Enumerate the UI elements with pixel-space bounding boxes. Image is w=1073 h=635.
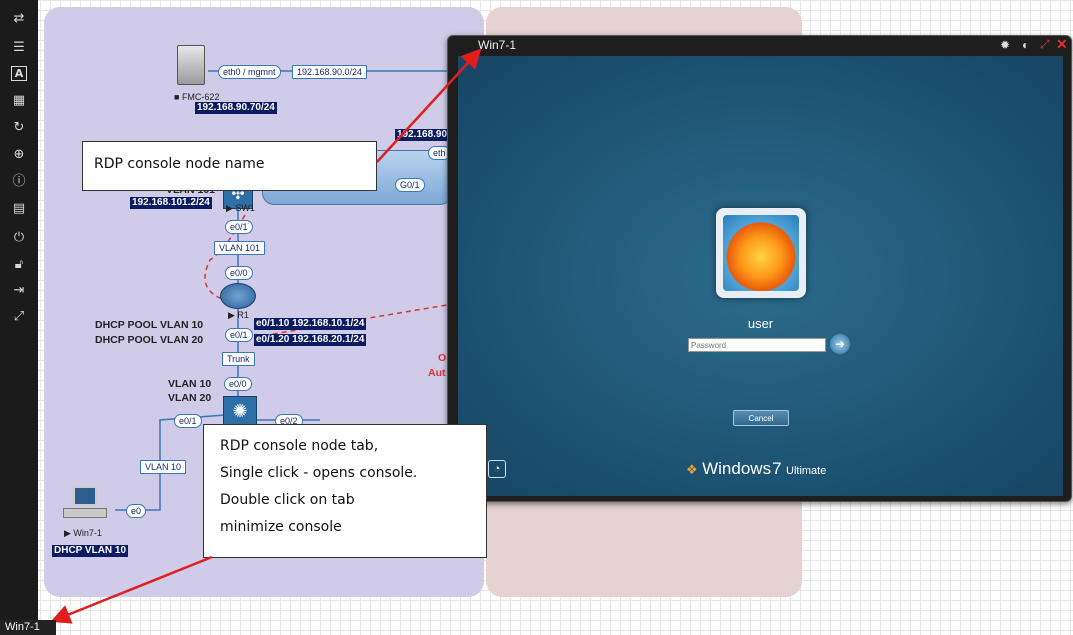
fmc-server-icon[interactable] bbox=[177, 45, 205, 85]
sw1-node-name[interactable]: ▶ SW1 bbox=[226, 203, 255, 214]
dhcp-pool-vlan20-text: DHCP POOL VLAN 20 bbox=[95, 334, 204, 346]
fmc-ip-label: 192.168.90.70/24 bbox=[195, 102, 277, 114]
r1-sub1-label: e0/1.10 192.168.10.1/24 bbox=[254, 318, 367, 330]
r1-e00-label: e0/0 bbox=[225, 266, 253, 280]
ease-of-access-icon[interactable]: ◔ bbox=[488, 460, 506, 478]
win7-pc-icon[interactable] bbox=[63, 486, 107, 522]
r1-e01-label: e0/1 bbox=[225, 328, 253, 342]
sw1-e01-label: e0/1 bbox=[225, 220, 253, 234]
sw2-e01-label: e0/1 bbox=[174, 414, 202, 428]
user-name: user bbox=[747, 316, 774, 331]
sw2-switch-icon[interactable]: ✺ bbox=[223, 396, 257, 426]
windows-branding: ❖ Windows7 Ultimate bbox=[686, 459, 827, 478]
callout-node-name: RDP console node name bbox=[82, 141, 377, 191]
router-g01-label: G0/1 bbox=[395, 178, 425, 192]
console-title[interactable]: Win7-1 bbox=[478, 38, 516, 52]
callout-node-name-text: RDP console node name bbox=[94, 156, 265, 172]
resize-icon[interactable]: ⤢ bbox=[1040, 37, 1050, 52]
console-node-tab[interactable]: Win7-1 bbox=[0, 620, 56, 635]
submit-arrow-icon[interactable]: ➜ bbox=[830, 334, 850, 354]
sw1-vlan101-label: VLAN 101 bbox=[214, 241, 266, 255]
r1-node-name[interactable]: ▶ R1 bbox=[228, 310, 249, 321]
trunk-label: Trunk bbox=[222, 352, 255, 366]
fmc-net-label: 192.168.90.0/24 bbox=[292, 65, 368, 79]
close-icon[interactable]: ✕ bbox=[1056, 36, 1068, 53]
rdp-console-window[interactable]: Win7-1 ✹ ◐ ⤢ ✕ user ➜ Cancel ◔ ❖ Windows… bbox=[447, 35, 1072, 502]
sw2-e00-label: e0/0 bbox=[224, 377, 252, 391]
r1-sub2-label: e0/1.20 192.168.20.1/24 bbox=[254, 334, 367, 346]
callout-node-tab: RDP console node tab, Single click - ope… bbox=[203, 424, 487, 558]
password-field[interactable] bbox=[688, 338, 826, 352]
sw2-vlan10-text: VLAN 10 bbox=[168, 378, 212, 390]
win7-vlan10-label: VLAN 10 bbox=[140, 460, 187, 474]
win7-dhcp-label: DHCP VLAN 10 bbox=[52, 545, 129, 557]
dhcp-pool-vlan10-text: DHCP POOL VLAN 10 bbox=[95, 319, 204, 331]
callout-tab-line1: RDP console node tab, bbox=[220, 438, 379, 454]
callout-tab-line2: Single click - opens console. bbox=[220, 465, 418, 481]
fmc-node-name[interactable]: ■ FMC-622 bbox=[174, 92, 219, 102]
partial-text-aut: Aut bbox=[428, 367, 446, 379]
settings-icon[interactable]: ✹ bbox=[1000, 38, 1010, 52]
audio-icon[interactable]: ◐ bbox=[1022, 38, 1029, 52]
console-screen[interactable]: user ➜ Cancel ◔ ❖ Windows7 Ultimate bbox=[458, 56, 1063, 496]
callout-tab-line4: minimize console bbox=[220, 519, 342, 535]
user-avatar bbox=[716, 208, 806, 298]
router-top-ip-label: 192.168.90 bbox=[395, 129, 450, 141]
win7-e0-label: e0 bbox=[126, 504, 147, 518]
win7-node-name[interactable]: ▶ Win7-1 bbox=[64, 528, 102, 539]
callout-tab-line3: Double click on tab bbox=[220, 492, 355, 508]
partial-text-o: O bbox=[438, 352, 447, 364]
cancel-button[interactable]: Cancel bbox=[733, 410, 789, 426]
sw2-vlan20-text: VLAN 20 bbox=[168, 392, 212, 404]
r1-router-icon[interactable] bbox=[220, 283, 256, 309]
fmc-iface-label: eth0 / mgmnt bbox=[218, 65, 281, 79]
windows-logo-icon: ❖ bbox=[686, 462, 698, 477]
sw1-ip-label: 192.168.101.2/24 bbox=[130, 197, 212, 209]
